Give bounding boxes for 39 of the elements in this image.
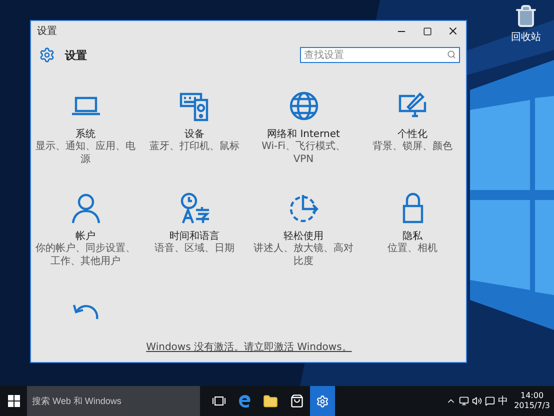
category-description: 语音、区域、日期 [154, 243, 236, 256]
category-description: 你的帐户、同步设置、工作、其他用户 [34, 243, 136, 268]
category-title[interactable]: 系统 [76, 127, 96, 141]
volume-icon[interactable] [472, 396, 482, 406]
desktop-icon-label: 回收站 [511, 30, 541, 44]
category-description: 蓝牙、打印机、鼠标 [148, 141, 240, 154]
category-title[interactable]: 帐户 [76, 229, 96, 243]
category-title[interactable]: 隐私 [402, 229, 422, 243]
network-icon[interactable] [459, 396, 470, 406]
recycle-bin-icon[interactable] [514, 4, 538, 28]
clock-date: 2015/7/3 [514, 401, 550, 411]
search-icon [447, 50, 456, 59]
settings-icon [39, 47, 55, 63]
activation-link[interactable]: Windows 没有激活。请立即激活 Windows。 [146, 340, 352, 354]
category-description: Wi-Fi、飞行模式、VPN [260, 141, 346, 166]
folder-icon [263, 394, 278, 408]
category-description: 讲述人、放大镜、高对比度 [252, 243, 354, 268]
category-description: 位置、相机 [386, 243, 438, 256]
page-heading: 设置 [65, 48, 88, 62]
shopping-bag-icon [290, 394, 304, 408]
category-title[interactable]: 设备 [184, 127, 204, 141]
window-title: 设置 [37, 24, 58, 38]
category-description: 背景、锁屏、颜色 [372, 141, 454, 154]
search-field[interactable]: 查找设置 [300, 47, 460, 63]
category-title[interactable]: 个性化 [398, 127, 428, 141]
notification-icon[interactable] [485, 396, 496, 406]
category-description: 显示、通知、应用、电源 [34, 141, 136, 166]
input-method-indicator[interactable]: 中 [498, 394, 508, 408]
category-title[interactable]: 轻松使用 [284, 229, 324, 243]
task-view-icon [212, 396, 226, 406]
edge-icon [238, 394, 252, 408]
maximize-icon [422, 26, 432, 36]
close-icon [447, 25, 459, 37]
taskbar-search-field[interactable]: 搜索 Web 和 Windows [27, 386, 200, 416]
category-title[interactable]: 网络和 Internet [267, 127, 340, 141]
windows-logo-icon [8, 395, 20, 407]
category-title[interactable]: 时间和语言 [170, 229, 220, 243]
clock-time: 14:00 [520, 391, 544, 401]
settings-icon [316, 394, 329, 408]
